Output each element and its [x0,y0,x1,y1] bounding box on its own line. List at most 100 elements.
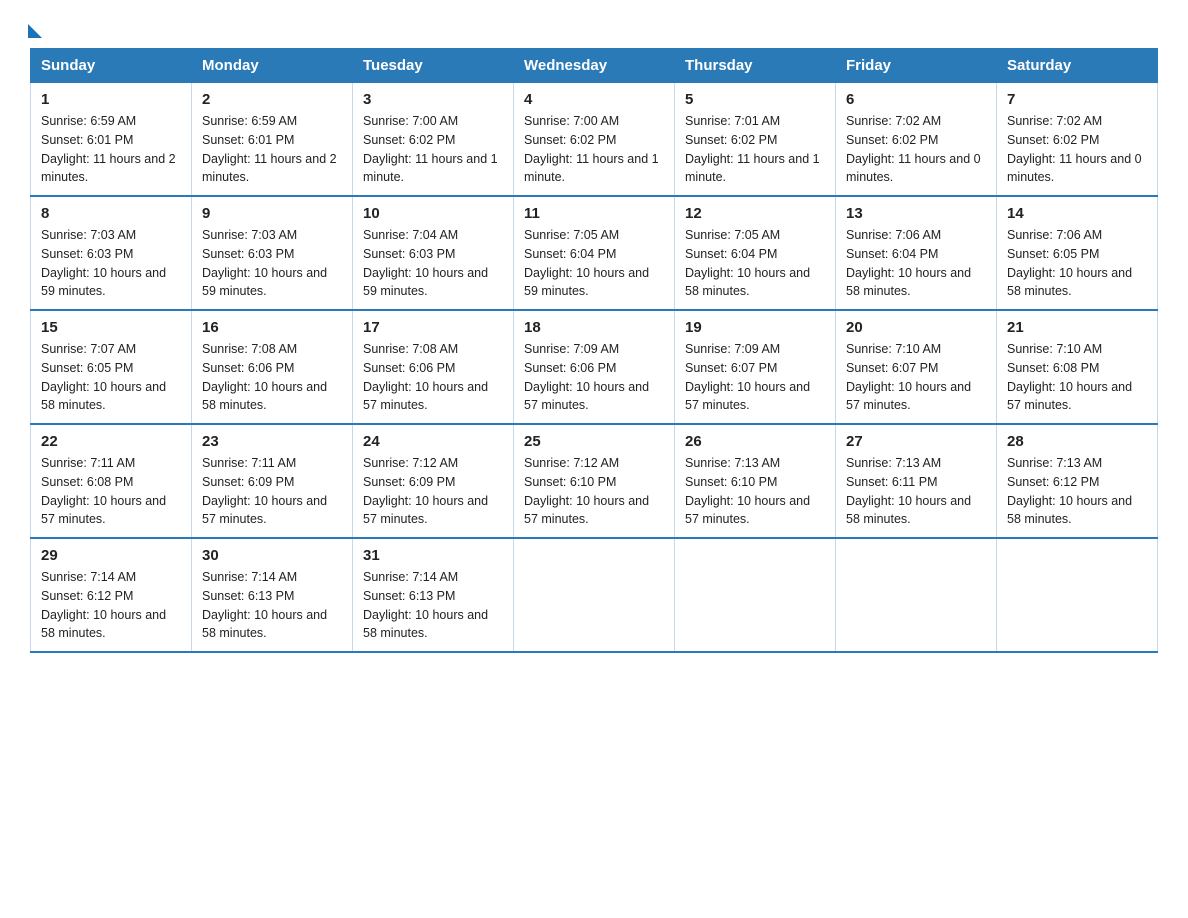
calendar-week-row: 1 Sunrise: 6:59 AMSunset: 6:01 PMDayligh… [31,83,1158,197]
day-number: 17 [363,319,503,336]
day-number: 6 [846,91,986,108]
header-saturday: Saturday [997,49,1158,83]
day-info: Sunrise: 7:08 AMSunset: 6:06 PMDaylight:… [363,342,488,412]
day-info: Sunrise: 7:07 AMSunset: 6:05 PMDaylight:… [41,342,166,412]
calendar-cell: 18 Sunrise: 7:09 AMSunset: 6:06 PMDaylig… [514,310,675,424]
header-sunday: Sunday [31,49,192,83]
calendar-cell: 4 Sunrise: 7:00 AMSunset: 6:02 PMDayligh… [514,83,675,197]
day-number: 19 [685,319,825,336]
calendar-cell: 16 Sunrise: 7:08 AMSunset: 6:06 PMDaylig… [192,310,353,424]
calendar-cell [675,538,836,652]
header-friday: Friday [836,49,997,83]
logo-arrow-icon [28,24,42,38]
calendar-cell: 11 Sunrise: 7:05 AMSunset: 6:04 PMDaylig… [514,196,675,310]
day-number: 30 [202,547,342,564]
day-info: Sunrise: 7:14 AMSunset: 6:13 PMDaylight:… [202,570,327,640]
calendar-cell: 9 Sunrise: 7:03 AMSunset: 6:03 PMDayligh… [192,196,353,310]
calendar-cell: 29 Sunrise: 7:14 AMSunset: 6:12 PMDaylig… [31,538,192,652]
header-thursday: Thursday [675,49,836,83]
day-number: 9 [202,205,342,222]
calendar-cell: 6 Sunrise: 7:02 AMSunset: 6:02 PMDayligh… [836,83,997,197]
calendar-cell: 12 Sunrise: 7:05 AMSunset: 6:04 PMDaylig… [675,196,836,310]
day-number: 16 [202,319,342,336]
day-info: Sunrise: 7:08 AMSunset: 6:06 PMDaylight:… [202,342,327,412]
day-info: Sunrise: 7:11 AMSunset: 6:09 PMDaylight:… [202,456,327,526]
calendar-header-row: SundayMondayTuesdayWednesdayThursdayFrid… [31,49,1158,83]
calendar-cell [836,538,997,652]
calendar-cell: 14 Sunrise: 7:06 AMSunset: 6:05 PMDaylig… [997,196,1158,310]
calendar-cell: 27 Sunrise: 7:13 AMSunset: 6:11 PMDaylig… [836,424,997,538]
calendar-cell: 3 Sunrise: 7:00 AMSunset: 6:02 PMDayligh… [353,83,514,197]
day-info: Sunrise: 6:59 AMSunset: 6:01 PMDaylight:… [202,114,337,184]
calendar-cell: 25 Sunrise: 7:12 AMSunset: 6:10 PMDaylig… [514,424,675,538]
day-number: 28 [1007,433,1147,450]
header-monday: Monday [192,49,353,83]
day-info: Sunrise: 7:05 AMSunset: 6:04 PMDaylight:… [524,228,649,298]
calendar-cell: 31 Sunrise: 7:14 AMSunset: 6:13 PMDaylig… [353,538,514,652]
day-number: 18 [524,319,664,336]
day-number: 3 [363,91,503,108]
day-info: Sunrise: 7:02 AMSunset: 6:02 PMDaylight:… [1007,114,1142,184]
day-info: Sunrise: 7:11 AMSunset: 6:08 PMDaylight:… [41,456,166,526]
day-info: Sunrise: 7:00 AMSunset: 6:02 PMDaylight:… [363,114,498,184]
day-number: 14 [1007,205,1147,222]
day-number: 29 [41,547,181,564]
day-info: Sunrise: 7:13 AMSunset: 6:11 PMDaylight:… [846,456,971,526]
calendar-cell: 26 Sunrise: 7:13 AMSunset: 6:10 PMDaylig… [675,424,836,538]
day-info: Sunrise: 6:59 AMSunset: 6:01 PMDaylight:… [41,114,176,184]
calendar-cell: 28 Sunrise: 7:13 AMSunset: 6:12 PMDaylig… [997,424,1158,538]
day-number: 23 [202,433,342,450]
day-number: 4 [524,91,664,108]
header-wednesday: Wednesday [514,49,675,83]
calendar-cell: 10 Sunrise: 7:04 AMSunset: 6:03 PMDaylig… [353,196,514,310]
day-info: Sunrise: 7:12 AMSunset: 6:09 PMDaylight:… [363,456,488,526]
calendar-cell: 1 Sunrise: 6:59 AMSunset: 6:01 PMDayligh… [31,83,192,197]
day-info: Sunrise: 7:09 AMSunset: 6:07 PMDaylight:… [685,342,810,412]
day-info: Sunrise: 7:10 AMSunset: 6:07 PMDaylight:… [846,342,971,412]
day-number: 25 [524,433,664,450]
day-info: Sunrise: 7:14 AMSunset: 6:12 PMDaylight:… [41,570,166,640]
day-info: Sunrise: 7:00 AMSunset: 6:02 PMDaylight:… [524,114,659,184]
day-info: Sunrise: 7:01 AMSunset: 6:02 PMDaylight:… [685,114,820,184]
calendar-week-row: 29 Sunrise: 7:14 AMSunset: 6:12 PMDaylig… [31,538,1158,652]
day-number: 10 [363,205,503,222]
day-info: Sunrise: 7:10 AMSunset: 6:08 PMDaylight:… [1007,342,1132,412]
day-info: Sunrise: 7:04 AMSunset: 6:03 PMDaylight:… [363,228,488,298]
calendar-table: SundayMondayTuesdayWednesdayThursdayFrid… [30,48,1158,653]
day-number: 22 [41,433,181,450]
calendar-cell: 19 Sunrise: 7:09 AMSunset: 6:07 PMDaylig… [675,310,836,424]
day-number: 31 [363,547,503,564]
calendar-cell: 5 Sunrise: 7:01 AMSunset: 6:02 PMDayligh… [675,83,836,197]
day-number: 11 [524,205,664,222]
day-number: 24 [363,433,503,450]
day-number: 12 [685,205,825,222]
day-number: 5 [685,91,825,108]
day-info: Sunrise: 7:03 AMSunset: 6:03 PMDaylight:… [202,228,327,298]
calendar-cell: 17 Sunrise: 7:08 AMSunset: 6:06 PMDaylig… [353,310,514,424]
calendar-cell [514,538,675,652]
calendar-cell: 2 Sunrise: 6:59 AMSunset: 6:01 PMDayligh… [192,83,353,197]
calendar-cell: 23 Sunrise: 7:11 AMSunset: 6:09 PMDaylig… [192,424,353,538]
day-info: Sunrise: 7:09 AMSunset: 6:06 PMDaylight:… [524,342,649,412]
calendar-cell [997,538,1158,652]
header-tuesday: Tuesday [353,49,514,83]
calendar-cell: 7 Sunrise: 7:02 AMSunset: 6:02 PMDayligh… [997,83,1158,197]
day-number: 13 [846,205,986,222]
calendar-cell: 24 Sunrise: 7:12 AMSunset: 6:09 PMDaylig… [353,424,514,538]
calendar-cell: 13 Sunrise: 7:06 AMSunset: 6:04 PMDaylig… [836,196,997,310]
calendar-cell: 8 Sunrise: 7:03 AMSunset: 6:03 PMDayligh… [31,196,192,310]
calendar-cell: 22 Sunrise: 7:11 AMSunset: 6:08 PMDaylig… [31,424,192,538]
calendar-week-row: 15 Sunrise: 7:07 AMSunset: 6:05 PMDaylig… [31,310,1158,424]
day-info: Sunrise: 7:14 AMSunset: 6:13 PMDaylight:… [363,570,488,640]
day-number: 1 [41,91,181,108]
page-header [30,20,1158,38]
day-number: 20 [846,319,986,336]
day-info: Sunrise: 7:05 AMSunset: 6:04 PMDaylight:… [685,228,810,298]
calendar-week-row: 8 Sunrise: 7:03 AMSunset: 6:03 PMDayligh… [31,196,1158,310]
day-number: 21 [1007,319,1147,336]
calendar-cell: 21 Sunrise: 7:10 AMSunset: 6:08 PMDaylig… [997,310,1158,424]
logo [30,20,42,38]
day-info: Sunrise: 7:13 AMSunset: 6:12 PMDaylight:… [1007,456,1132,526]
day-info: Sunrise: 7:13 AMSunset: 6:10 PMDaylight:… [685,456,810,526]
calendar-cell: 30 Sunrise: 7:14 AMSunset: 6:13 PMDaylig… [192,538,353,652]
